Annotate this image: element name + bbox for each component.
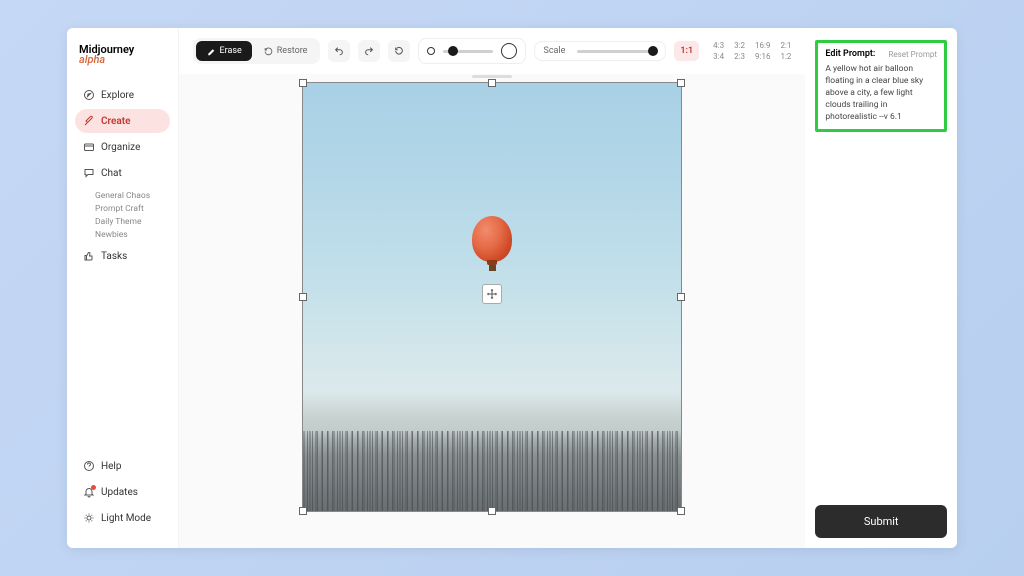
scale-label: Scale <box>543 46 565 56</box>
prompt-text[interactable]: A yellow hot air balloon floating in a c… <box>825 64 937 123</box>
nav-chat[interactable]: Chat <box>75 161 170 185</box>
brand: Midjourney alpha <box>75 44 170 65</box>
resize-handle-tl[interactable] <box>299 79 307 87</box>
slider-track[interactable] <box>577 50 657 53</box>
chat-rooms: General Chaos Prompt Craft Daily Theme N… <box>95 191 170 240</box>
bell-icon <box>83 486 95 498</box>
move-icon <box>486 288 498 300</box>
large-circle-icon <box>501 43 517 59</box>
chat-room[interactable]: Newbies <box>95 230 170 240</box>
sidebar: Midjourney alpha Explore Create Organize… <box>67 28 179 548</box>
nav-help[interactable]: Help <box>75 454 170 478</box>
ratio-option[interactable]: 1:2 <box>780 52 791 61</box>
restore-icon <box>264 47 273 56</box>
resize-handle-tr[interactable] <box>677 79 685 87</box>
scale-slider[interactable]: Scale <box>534 41 666 61</box>
chat-room[interactable]: General Chaos <box>95 191 170 201</box>
resize-handle-br[interactable] <box>677 507 685 515</box>
toolbar: Erase Restore Scale 1:1 <box>179 28 805 74</box>
nav-tasks[interactable]: Tasks <box>75 244 170 268</box>
right-panel: Edit Prompt: Reset Prompt A yellow hot a… <box>805 28 957 548</box>
nav-organize[interactable]: Organize <box>75 135 170 159</box>
slider-thumb[interactable] <box>648 46 658 56</box>
nav-label: Help <box>101 461 121 472</box>
sun-icon <box>83 512 95 524</box>
ratio-option[interactable]: 2:1 <box>780 41 791 50</box>
nav-label: Updates <box>101 487 138 498</box>
reset-prompt-link[interactable]: Reset Prompt <box>888 50 937 59</box>
aspect-ratios: 4:3 3:2 16:9 2:1 3:4 2:3 9:16 1:2 <box>713 41 791 61</box>
ratio-option[interactable]: 4:3 <box>713 41 724 50</box>
move-button[interactable] <box>482 284 502 304</box>
restore-button[interactable]: Restore <box>254 41 318 61</box>
drag-handle-top[interactable] <box>472 75 512 78</box>
folder-icon <box>83 141 95 153</box>
undo-button[interactable] <box>328 40 350 62</box>
nav-label: Chat <box>101 168 122 179</box>
chat-room[interactable]: Prompt Craft <box>95 204 170 214</box>
slider-thumb[interactable] <box>448 46 458 56</box>
nav-label: Create <box>101 116 131 127</box>
canvas-area <box>179 74 805 548</box>
nav-label: Tasks <box>101 251 127 262</box>
reset-button[interactable] <box>388 40 410 62</box>
notification-dot <box>91 485 96 490</box>
slider-track[interactable] <box>443 50 493 53</box>
canvas[interactable] <box>302 82 682 512</box>
nav-label: Explore <box>101 90 134 101</box>
ratio-option[interactable]: 3:4 <box>713 52 724 61</box>
restore-label: Restore <box>277 46 308 56</box>
paintbrush-icon <box>83 115 95 127</box>
nav-label: Light Mode <box>101 513 151 524</box>
redo-button[interactable] <box>358 40 380 62</box>
compass-icon <box>83 89 95 101</box>
prompt-box: Edit Prompt: Reset Prompt A yellow hot a… <box>815 40 947 132</box>
nav-create[interactable]: Create <box>75 109 170 133</box>
ratio-option[interactable]: 9:16 <box>755 52 770 61</box>
eraser-icon <box>206 47 215 56</box>
balloon-basket <box>489 265 496 271</box>
main-content: Erase Restore Scale 1:1 <box>179 28 805 548</box>
resize-handle-ml[interactable] <box>299 293 307 301</box>
thumbsup-icon <box>83 250 95 262</box>
help-icon <box>83 460 95 472</box>
ratio-option[interactable]: 16:9 <box>755 41 770 50</box>
nav-explore[interactable]: Explore <box>75 83 170 107</box>
resize-handle-bl[interactable] <box>299 507 307 515</box>
ratio-option[interactable]: 3:2 <box>734 41 745 50</box>
resize-handle-mr[interactable] <box>677 293 685 301</box>
nav-updates[interactable]: Updates <box>75 480 170 504</box>
app-window: Midjourney alpha Explore Create Organize… <box>67 28 957 548</box>
small-circle-icon <box>427 47 435 55</box>
aspect-active[interactable]: 1:1 <box>674 41 699 61</box>
chat-room[interactable]: Daily Theme <box>95 217 170 227</box>
chat-icon <box>83 167 95 179</box>
erase-button[interactable]: Erase <box>196 41 251 61</box>
balloon-envelope <box>472 216 512 262</box>
prompt-label: Edit Prompt: <box>825 49 875 59</box>
nav-light-mode[interactable]: Light Mode <box>75 506 170 530</box>
ratio-option[interactable]: 2:3 <box>734 52 745 61</box>
brush-size-slider[interactable] <box>418 38 526 64</box>
erase-label: Erase <box>219 46 241 56</box>
resize-handle-bm[interactable] <box>488 507 496 515</box>
resize-handle-tm[interactable] <box>488 79 496 87</box>
cityscape-graphic <box>303 431 681 511</box>
erase-restore-group: Erase Restore <box>193 38 320 64</box>
balloon-graphic <box>472 216 512 271</box>
submit-button[interactable]: Submit <box>815 505 947 538</box>
nav-label: Organize <box>101 142 140 153</box>
